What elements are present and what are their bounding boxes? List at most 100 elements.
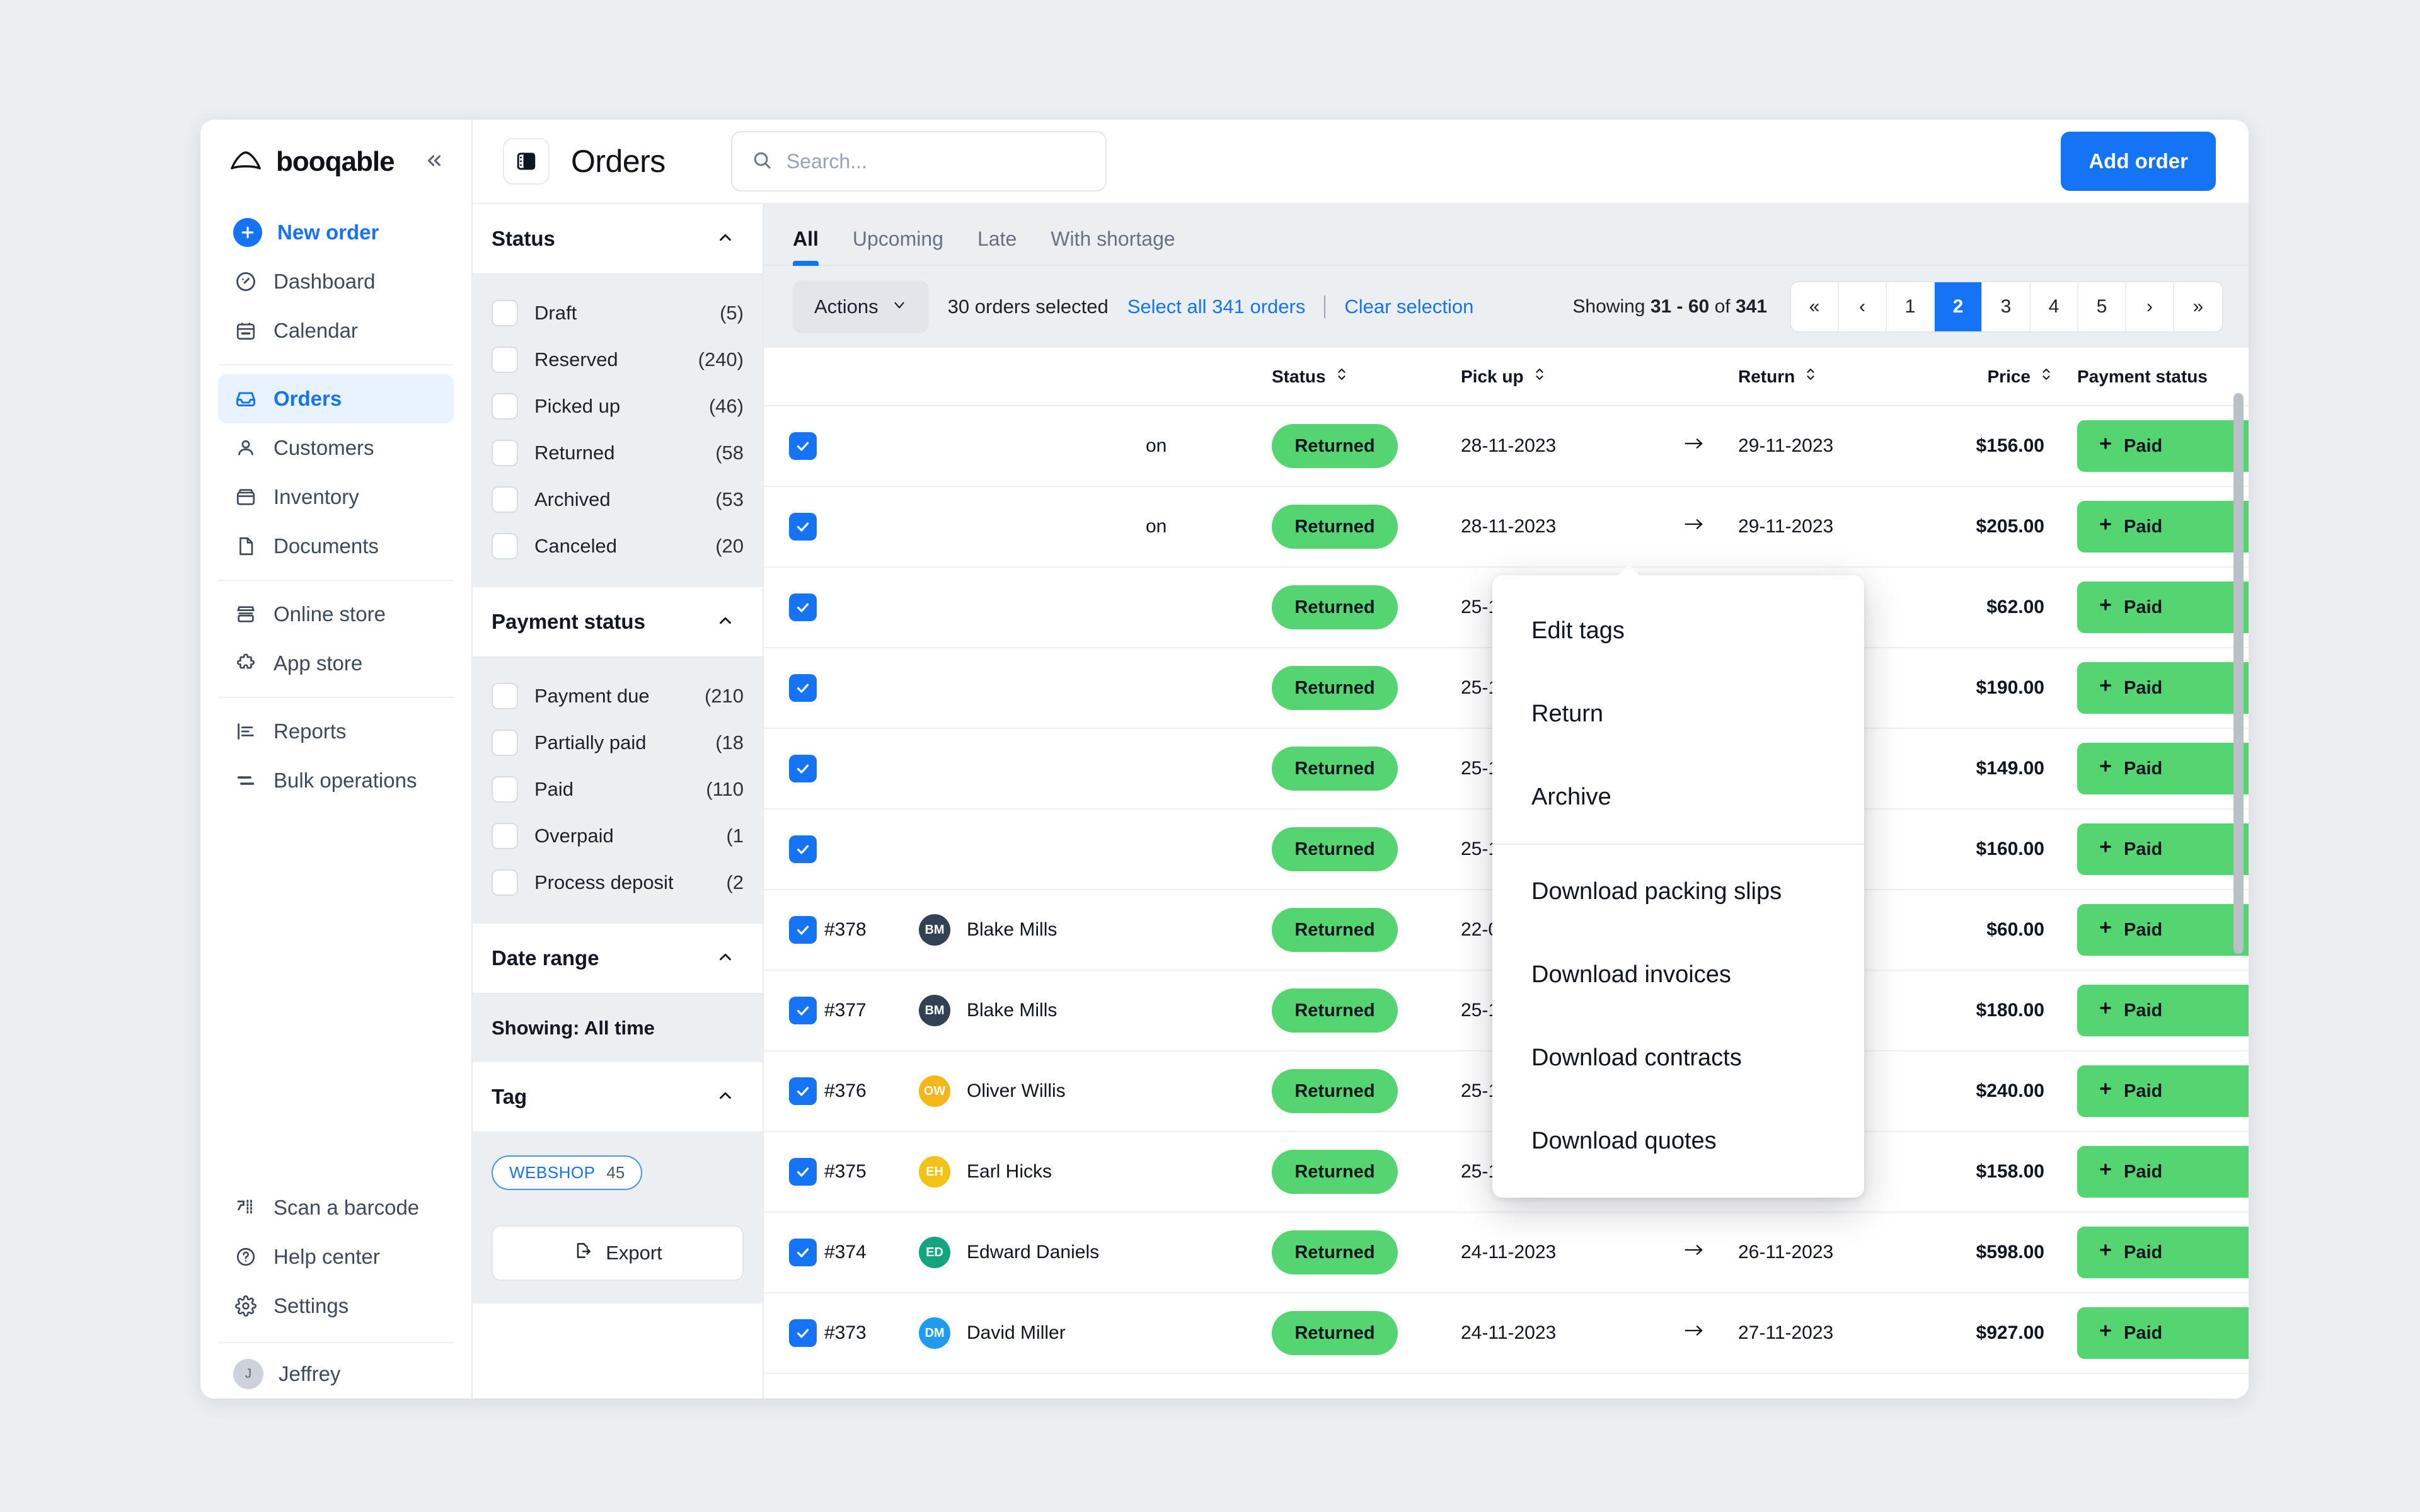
page-4-button[interactable]: 4 xyxy=(2031,282,2078,331)
row-checkbox-cell[interactable] xyxy=(764,1051,824,1131)
panel-left-icon[interactable] xyxy=(503,138,550,185)
filter-option-picked-up[interactable]: Picked up (46) xyxy=(492,383,744,430)
row-payment-status[interactable]: Paid xyxy=(2053,809,2249,890)
filter-option-payment-due[interactable]: Payment due (210 xyxy=(492,673,744,719)
payment-status-button[interactable]: Paid xyxy=(2077,420,2249,472)
checkbox[interactable] xyxy=(492,486,518,513)
checkbox-checked[interactable] xyxy=(789,593,817,621)
checkbox-checked[interactable] xyxy=(789,1077,817,1105)
payment-status-button[interactable]: Paid xyxy=(2077,1307,2249,1359)
checkbox[interactable] xyxy=(492,869,518,896)
row-checkbox-cell[interactable] xyxy=(764,970,824,1051)
row-payment-status[interactable]: Paid xyxy=(2053,486,2249,567)
checkbox-checked[interactable] xyxy=(789,916,817,944)
filter-section-payment-status-header[interactable]: Payment status xyxy=(473,587,763,658)
checkbox[interactable] xyxy=(492,823,518,849)
checkbox[interactable] xyxy=(492,300,518,326)
filter-option-partially-paid[interactable]: Partially paid (18 xyxy=(492,719,744,766)
row-checkbox-cell[interactable] xyxy=(764,1131,824,1212)
checkbox-checked[interactable] xyxy=(789,513,817,541)
menu-item-return[interactable]: Return xyxy=(1492,672,1864,755)
menu-item-download-invoices[interactable]: Download invoices xyxy=(1492,933,1864,1016)
page-first-button[interactable]: « xyxy=(1791,282,1839,331)
page-2-button[interactable]: 2 xyxy=(1935,282,1983,331)
page-3-button[interactable]: 3 xyxy=(1983,282,2031,331)
page-1-button[interactable]: 1 xyxy=(1887,282,1935,331)
row-payment-status[interactable]: Paid xyxy=(2053,406,2249,486)
page-prev-button[interactable]: ‹ xyxy=(1839,282,1887,331)
table-row[interactable]: onReturned28-11-202329-11-2023$205.00Pai… xyxy=(764,486,2249,567)
filter-section-status-header[interactable]: Status xyxy=(473,204,763,275)
filter-option-paid[interactable]: Paid (110 xyxy=(492,766,744,813)
tag-chip-webshop[interactable]: WEBSHOP 45 xyxy=(492,1155,642,1190)
th-pick-up[interactable]: Pick up xyxy=(1461,348,1650,406)
row-payment-status[interactable]: Paid xyxy=(2053,728,2249,809)
menu-item-edit-tags[interactable]: Edit tags xyxy=(1492,589,1864,672)
row-checkbox-cell[interactable] xyxy=(764,567,824,648)
row-checkbox-cell[interactable] xyxy=(764,1212,824,1293)
checkbox[interactable] xyxy=(492,776,518,803)
sidebar-item-bulk-operations[interactable]: Bulk operations xyxy=(218,756,454,805)
sidebar-item-customers[interactable]: Customers xyxy=(218,423,454,472)
checkbox-checked[interactable] xyxy=(789,835,817,863)
menu-item-download-quotes[interactable]: Download quotes xyxy=(1492,1099,1864,1183)
checkbox-checked[interactable] xyxy=(789,674,817,702)
payment-status-button[interactable]: Paid xyxy=(2077,662,2249,714)
payment-status-button[interactable]: Paid xyxy=(2077,1065,2249,1117)
th-return[interactable]: Return xyxy=(1738,348,1927,406)
sidebar-item-calendar[interactable]: Calendar xyxy=(218,306,454,355)
select-all-link[interactable]: Select all 341 orders xyxy=(1127,295,1306,318)
row-checkbox-cell[interactable] xyxy=(764,406,824,486)
sidebar-item-scan-barcode[interactable]: Scan a barcode xyxy=(218,1183,454,1232)
row-payment-status[interactable]: Paid xyxy=(2053,567,2249,648)
page-last-button[interactable]: » xyxy=(2174,282,2222,331)
filter-option-overpaid[interactable]: Overpaid (1 xyxy=(492,813,744,859)
table-row[interactable]: #374EDEdward DanielsReturned24-11-202326… xyxy=(764,1212,2249,1293)
checkbox-checked[interactable] xyxy=(789,997,817,1024)
th-price[interactable]: Price xyxy=(1927,348,2053,406)
vertical-scrollbar[interactable] xyxy=(2233,393,2244,954)
sidebar-item-app-store[interactable]: App store xyxy=(218,639,454,688)
row-payment-status[interactable]: Paid xyxy=(2053,1293,2249,1373)
row-payment-status[interactable]: Paid xyxy=(2053,648,2249,728)
th-status[interactable]: Status xyxy=(1272,348,1461,406)
page-5-button[interactable]: 5 xyxy=(2078,282,2126,331)
row-payment-status[interactable]: Paid xyxy=(2053,1051,2249,1131)
sidebar-item-dashboard[interactable]: Dashboard xyxy=(218,257,454,306)
search-container[interactable] xyxy=(731,131,1107,192)
filter-option-archived[interactable]: Archived (53 xyxy=(492,476,744,523)
checkbox-checked[interactable] xyxy=(789,1158,817,1186)
row-payment-status[interactable]: Paid xyxy=(2053,890,2249,970)
tab-all[interactable]: All xyxy=(793,227,819,265)
row-checkbox-cell[interactable] xyxy=(764,648,824,728)
clear-selection-link[interactable]: Clear selection xyxy=(1344,295,1473,318)
sidebar-item-help-center[interactable]: Help center xyxy=(218,1232,454,1281)
payment-status-button[interactable]: Paid xyxy=(2077,904,2249,956)
sidebar-item-documents[interactable]: Documents xyxy=(218,522,454,571)
payment-status-button[interactable]: Paid xyxy=(2077,743,2249,794)
checkbox-checked[interactable] xyxy=(789,1239,817,1266)
actions-button[interactable]: Actions xyxy=(793,280,929,333)
payment-status-button[interactable]: Paid xyxy=(2077,1227,2249,1278)
filter-option-process-deposit[interactable]: Process deposit (2 xyxy=(492,859,744,906)
add-order-button[interactable]: Add order xyxy=(2061,132,2216,191)
checkbox[interactable] xyxy=(492,393,518,420)
menu-item-archive[interactable]: Archive xyxy=(1492,755,1864,839)
sidebar-item-reports[interactable]: Reports xyxy=(218,707,454,756)
sidebar-item-settings[interactable]: Settings xyxy=(218,1281,454,1331)
payment-status-button[interactable]: Paid xyxy=(2077,501,2249,553)
row-payment-status[interactable]: Paid xyxy=(2053,1131,2249,1212)
table-row[interactable]: onReturned28-11-202329-11-2023$156.00Pai… xyxy=(764,406,2249,486)
menu-item-download-contracts[interactable]: Download contracts xyxy=(1492,1016,1864,1099)
sidebar-item-orders[interactable]: Orders xyxy=(218,374,454,423)
sidebar-item-user-profile[interactable]: J Jeffrey xyxy=(218,1349,454,1399)
filter-option-draft[interactable]: Draft (5) xyxy=(492,290,744,336)
menu-item-download-packing-slips[interactable]: Download packing slips xyxy=(1492,850,1864,933)
checkbox-checked[interactable] xyxy=(789,1319,817,1347)
sidebar-item-online-store[interactable]: Online store xyxy=(218,590,454,639)
row-payment-status[interactable]: Paid xyxy=(2053,970,2249,1051)
row-checkbox-cell[interactable] xyxy=(764,890,824,970)
page-next-button[interactable]: › xyxy=(2126,282,2174,331)
filter-section-date-range-header[interactable]: Date range xyxy=(473,924,763,994)
chevrons-left-icon[interactable] xyxy=(424,150,445,175)
